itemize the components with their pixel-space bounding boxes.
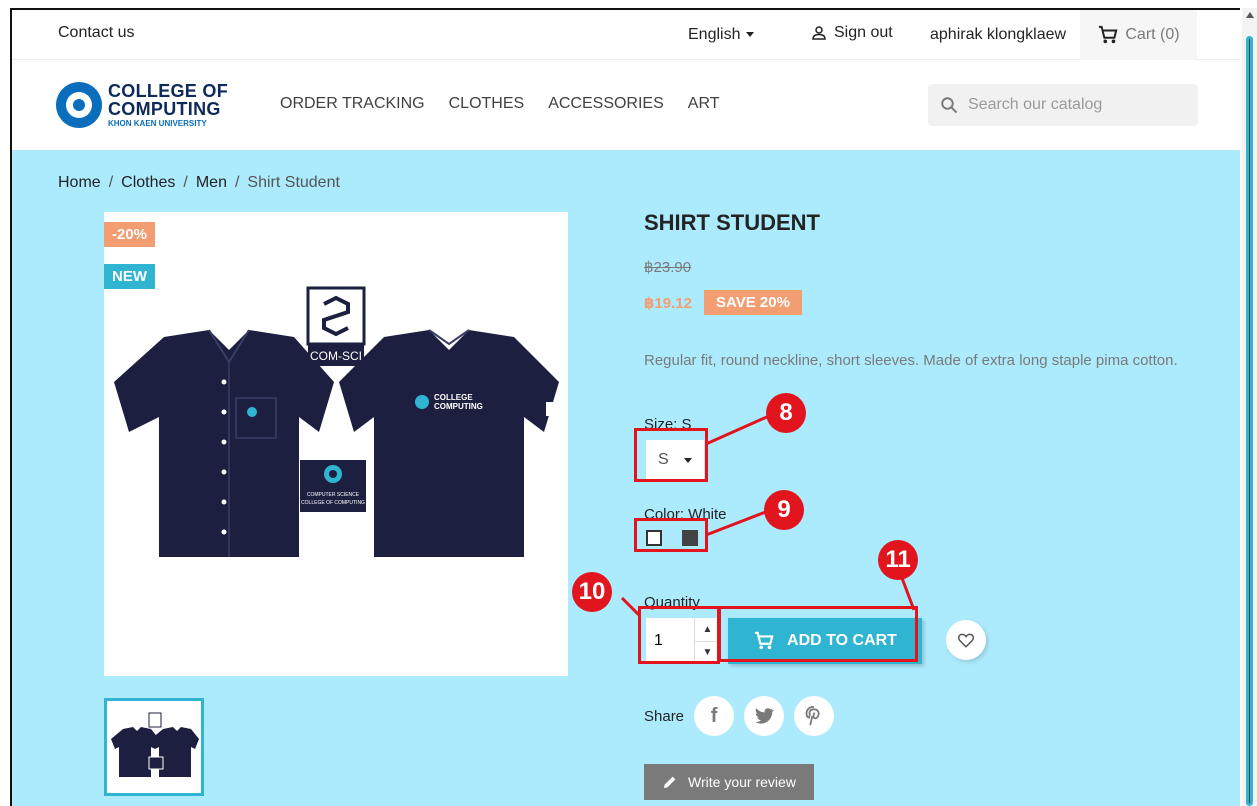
product-title: SHIRT STUDENT — [644, 210, 820, 235]
breadcrumb-separator: / — [183, 174, 188, 191]
annotation-marker-10: 10 — [572, 572, 612, 612]
new-badge: NEW — [104, 264, 155, 289]
product-cover-image[interactable]: COLLEGE COMPUTING COM-SCI COMPUTER SCIEN… — [104, 212, 568, 676]
comsci-label: COM-SCI — [310, 349, 362, 363]
cart-label: Cart (0) — [1125, 26, 1180, 43]
discount-badge: -20% — [104, 222, 156, 247]
main-nav: ORDER TRACKING CLOTHES ACCESSORIES ART — [280, 95, 720, 113]
chevron-down-icon — [746, 32, 755, 38]
contact-us-link[interactable]: Contact us — [58, 24, 134, 42]
heart-icon — [957, 633, 975, 648]
price-row: ฿19.12 SAVE 20% — [644, 290, 802, 315]
scrollbar-thumb[interactable] — [1246, 36, 1253, 806]
site-header: COLLEGE OF COMPUTING KHON KAEN UNIVERSIT… — [12, 60, 1240, 150]
breadcrumb-separator: / — [234, 174, 240, 191]
top-bar: Contact us English Sign out aphirak klon… — [12, 10, 1240, 60]
thumbnail-image — [111, 712, 199, 777]
account-link[interactable]: aphirak klongklaew — [930, 26, 1066, 44]
svg-text:COLLEGE: COLLEGE — [434, 393, 473, 402]
current-price: ฿19.12 — [644, 294, 692, 312]
annotation-box-size — [634, 428, 708, 482]
badge-line-1: COMPUTER SCIENCE — [307, 492, 360, 498]
logo-line-1: COLLEGE OF — [108, 81, 228, 101]
logo-icon — [56, 82, 102, 128]
search-input[interactable] — [968, 96, 1178, 114]
search-box — [928, 84, 1198, 126]
annotation-marker-11: 11 — [878, 540, 918, 580]
logo-line-3: KHON KAEN UNIVERSITY — [108, 119, 207, 128]
breadcrumb-home[interactable]: Home — [58, 174, 101, 192]
vertical-scrollbar[interactable] — [1242, 8, 1257, 806]
search-icon[interactable] — [940, 96, 958, 114]
product-thumbnail[interactable] — [104, 698, 204, 796]
annotation-marker-9: 9 — [764, 490, 804, 530]
nav-item-order-tracking[interactable]: ORDER TRACKING — [280, 95, 425, 113]
facebook-icon[interactable]: f — [694, 696, 735, 736]
svg-text:COMPUTING: COMPUTING — [434, 402, 483, 411]
nav-item-accessories[interactable]: ACCESSORIES — [548, 95, 664, 113]
write-review-button[interactable]: Write your review — [644, 764, 814, 800]
breadcrumb-clothes[interactable]: Clothes — [121, 174, 175, 192]
wishlist-button[interactable] — [946, 620, 986, 660]
product-details: SHIRT STUDENT ฿23.90 ฿19.12 SAVE 20% Reg… — [644, 210, 1204, 800]
site-logo[interactable]: COLLEGE OF COMPUTING KHON KAEN UNIVERSIT… — [56, 82, 228, 128]
breadcrumb-men[interactable]: Men — [196, 174, 227, 192]
pinterest-icon[interactable] — [794, 696, 835, 736]
regular-price: ฿23.90 — [644, 259, 692, 276]
product-page: Home / Clothes / Men / Shirt Student COL… — [12, 150, 1240, 806]
annotation-marker-8: 8 — [766, 393, 806, 433]
cart-button[interactable]: Cart (0) — [1080, 10, 1197, 60]
twitter-icon[interactable] — [744, 696, 785, 736]
nav-item-art[interactable]: ART — [688, 95, 720, 113]
breadcrumb: Home / Clothes / Men / Shirt Student — [58, 174, 340, 192]
breadcrumb-separator: / — [108, 174, 114, 191]
language-selector[interactable]: English — [688, 26, 755, 44]
browser-viewport: Contact us English Sign out aphirak klon… — [10, 8, 1240, 806]
annotation-box-color — [634, 518, 708, 552]
nav-item-clothes[interactable]: CLOTHES — [449, 95, 525, 113]
language-label: English — [688, 26, 741, 43]
cart-icon — [1099, 25, 1118, 44]
scroll-up-icon[interactable] — [1246, 12, 1254, 18]
shirt-illustration: COLLEGE COMPUTING COM-SCI COMPUTER SCIEN… — [112, 286, 559, 557]
share-row: Share f — [644, 696, 835, 736]
annotation-box-add-to-cart — [718, 606, 918, 662]
sign-out-link[interactable]: Sign out — [810, 24, 893, 42]
write-review-label: Write your review — [688, 774, 796, 790]
share-label: Share — [644, 707, 685, 725]
pencil-icon — [664, 776, 676, 788]
discount-label: SAVE 20% — [703, 290, 802, 315]
user-icon — [812, 26, 826, 40]
logo-line-2: COMPUTING — [108, 99, 221, 119]
badge-line-2: COLLEGE OF COMPUTING — [301, 500, 365, 506]
product-description: Regular fit, round neckline, short sleev… — [644, 352, 1178, 369]
breadcrumb-current: Shirt Student — [247, 174, 340, 191]
annotation-box-quantity — [638, 606, 720, 664]
sign-out-label: Sign out — [834, 24, 893, 41]
